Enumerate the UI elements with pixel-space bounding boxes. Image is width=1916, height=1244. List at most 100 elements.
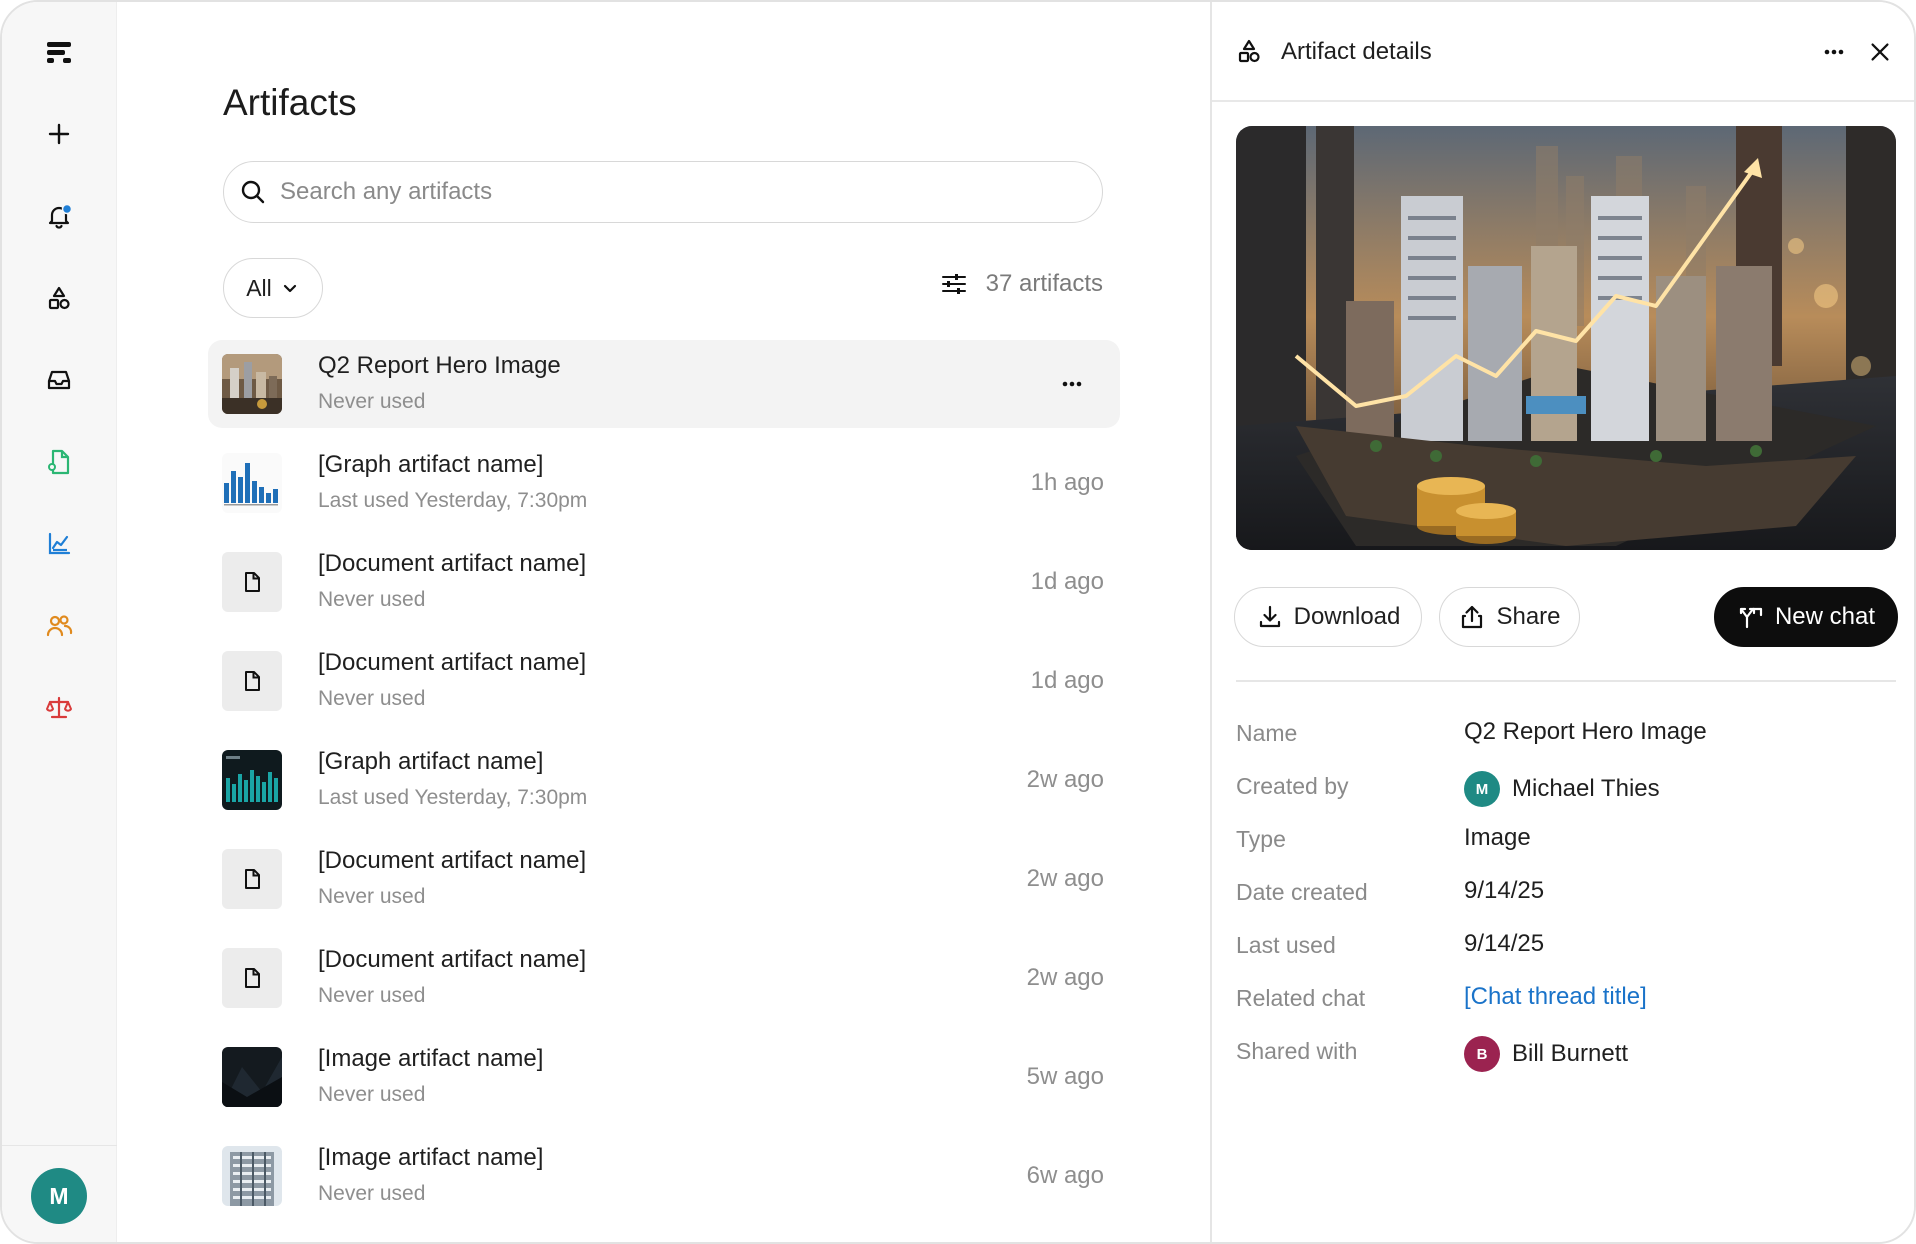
user-avatar[interactable]: M bbox=[31, 1168, 87, 1224]
artifact-time: 1h ago bbox=[1030, 469, 1104, 496]
artifact-row[interactable]: [Graph artifact name] Last used Yesterda… bbox=[208, 736, 1120, 824]
new-chat-label: New chat bbox=[1774, 603, 1876, 630]
meta-row-type: Type Image bbox=[1236, 818, 1896, 871]
close-icon[interactable] bbox=[1864, 36, 1896, 68]
artifact-row[interactable]: [Graph artifact name] Last used Yesterda… bbox=[208, 439, 1120, 527]
thumbnail-building bbox=[222, 1146, 282, 1206]
meta-value: Image bbox=[1464, 824, 1531, 852]
download-label: Download bbox=[1293, 603, 1401, 630]
artifact-list: Q2 Report Hero Image Never used [Graph a… bbox=[208, 340, 1120, 1231]
artifact-row[interactable]: Q2 Report Hero Image Never used bbox=[208, 340, 1120, 428]
creator-avatar: M bbox=[1464, 771, 1500, 807]
thumbnail-document bbox=[222, 948, 282, 1008]
artifact-details-panel: Artifact details Download Share New chat… bbox=[1210, 2, 1914, 1242]
download-button[interactable]: Download bbox=[1234, 587, 1422, 647]
app-window: M Artifacts All 37 artifacts Q2 Report H… bbox=[0, 0, 1916, 1244]
meta-label: Name bbox=[1236, 720, 1298, 746]
download-icon bbox=[1259, 605, 1280, 628]
new-plus-icon[interactable] bbox=[35, 110, 83, 158]
panel-divider bbox=[1236, 680, 1896, 682]
meta-row-name: Name Q2 Report Hero Image bbox=[1236, 712, 1896, 765]
app-logo-icon[interactable] bbox=[35, 28, 83, 76]
more-options-icon[interactable] bbox=[1058, 370, 1086, 398]
meta-row-related-chat: Related chat [Chat thread title] bbox=[1236, 977, 1896, 1030]
artifact-count-label: 37 artifacts bbox=[985, 270, 1103, 297]
filter-label: All bbox=[246, 274, 272, 301]
meta-value: M Michael Thies bbox=[1464, 771, 1660, 807]
artifact-subtitle: Never used bbox=[318, 390, 426, 413]
rail-divider bbox=[2, 1145, 117, 1146]
share-button[interactable]: Share bbox=[1439, 587, 1580, 647]
contract-document-icon[interactable] bbox=[35, 438, 83, 486]
meta-label: Last used bbox=[1236, 932, 1336, 958]
artifact-time: 2w ago bbox=[1026, 766, 1104, 793]
artifact-row[interactable]: [Document artifact name] Never used 2w a… bbox=[208, 934, 1120, 1022]
artifact-row[interactable]: [Image artifact name] Never used 6w ago bbox=[208, 1132, 1120, 1220]
meta-value: Q2 Report Hero Image bbox=[1464, 718, 1707, 746]
artifact-count: 37 artifacts bbox=[940, 270, 1103, 298]
artifact-title: [Graph artifact name] bbox=[318, 451, 544, 478]
artifact-title: [Document artifact name] bbox=[318, 847, 587, 874]
filter-sliders-icon[interactable] bbox=[940, 270, 968, 298]
analytics-chart-icon[interactable] bbox=[35, 520, 83, 568]
thumbnail-dark-image bbox=[222, 1047, 282, 1107]
creator-name: Michael Thies bbox=[1512, 775, 1660, 802]
left-rail: M bbox=[2, 2, 117, 1242]
meta-value: 9/14/25 bbox=[1464, 877, 1544, 905]
artifact-time: 5w ago bbox=[1026, 1063, 1104, 1090]
related-chat-link[interactable]: [Chat thread title] bbox=[1464, 983, 1647, 1011]
document-icon bbox=[245, 671, 260, 691]
artifact-title: [Image artifact name] bbox=[318, 1045, 544, 1072]
type-value: Image bbox=[1464, 824, 1531, 851]
search-icon bbox=[241, 180, 265, 204]
artifact-subtitle: Last used Yesterday, 7:30pm bbox=[318, 489, 588, 512]
document-icon bbox=[245, 968, 260, 988]
search-bar[interactable] bbox=[223, 161, 1103, 223]
artifact-metadata: Name Q2 Report Hero Image Created by M M… bbox=[1236, 712, 1896, 1083]
meta-label: Related chat bbox=[1236, 985, 1366, 1011]
artifact-subtitle: Never used bbox=[318, 1182, 426, 1205]
artifact-time: 1d ago bbox=[1030, 568, 1104, 595]
artifact-subtitle: Never used bbox=[318, 984, 426, 1007]
date-created-value: 9/14/25 bbox=[1464, 877, 1545, 904]
meta-value: 9/14/25 bbox=[1464, 930, 1544, 958]
shared-user-name: Bill Burnett bbox=[1512, 1040, 1629, 1067]
artifact-row[interactable]: [Image artifact name] Never used 5w ago bbox=[208, 1033, 1120, 1121]
legal-scales-icon[interactable] bbox=[35, 684, 83, 732]
artifacts-shapes-icon[interactable] bbox=[35, 274, 83, 322]
meta-label: Type bbox=[1236, 826, 1286, 852]
name-value: Q2 Report Hero Image bbox=[1464, 718, 1707, 745]
page-title: Artifacts bbox=[223, 82, 357, 123]
search-input[interactable] bbox=[280, 178, 1060, 206]
meta-row-created-by: Created by M Michael Thies bbox=[1236, 765, 1896, 818]
share-icon bbox=[1462, 605, 1483, 629]
artifacts-main: Artifacts All 37 artifacts Q2 Report Her… bbox=[118, 2, 1211, 1242]
notifications-bell-icon[interactable] bbox=[35, 192, 83, 240]
filter-dropdown[interactable]: All bbox=[223, 258, 323, 318]
new-chat-button[interactable]: New chat bbox=[1714, 587, 1898, 647]
panel-more-icon[interactable] bbox=[1818, 36, 1850, 68]
document-icon bbox=[245, 869, 260, 889]
thumbnail-document bbox=[222, 651, 282, 711]
thumbnail-photo bbox=[222, 354, 282, 414]
chevron-down-icon bbox=[283, 284, 296, 293]
meta-row-last-used: Last used 9/14/25 bbox=[1236, 924, 1896, 977]
artifact-row[interactable]: [Document artifact name] Never used 1d a… bbox=[208, 538, 1120, 626]
panel-title: Artifact details bbox=[1281, 38, 1432, 65]
document-icon bbox=[245, 572, 260, 592]
share-label: Share bbox=[1496, 603, 1561, 630]
artifact-subtitle: Never used bbox=[318, 687, 426, 710]
artifact-row[interactable]: [Document artifact name] Never used 2w a… bbox=[208, 835, 1120, 923]
artifact-time: 1d ago bbox=[1030, 667, 1104, 694]
people-team-icon[interactable] bbox=[35, 602, 83, 650]
meta-value: B Bill Burnett bbox=[1464, 1036, 1628, 1072]
artifact-time: 2w ago bbox=[1026, 964, 1104, 991]
meta-label: Created by bbox=[1236, 773, 1349, 799]
artifact-title: [Document artifact name] bbox=[318, 649, 587, 676]
inbox-icon[interactable] bbox=[35, 356, 83, 404]
artifact-title: [Document artifact name] bbox=[318, 550, 587, 577]
branch-fork-icon bbox=[1739, 607, 1763, 629]
artifact-title: [Image artifact name] bbox=[318, 1144, 544, 1171]
artifact-title: [Document artifact name] bbox=[318, 946, 587, 973]
artifact-row[interactable]: [Document artifact name] Never used 1d a… bbox=[208, 637, 1120, 725]
